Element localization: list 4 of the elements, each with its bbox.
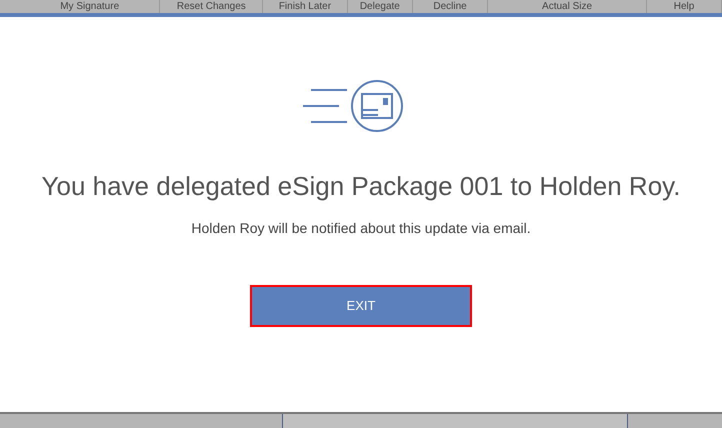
dialog-message: Holden Roy will be notified about this update via email. [191, 219, 531, 238]
exit-button[interactable]: EXIT [250, 285, 472, 327]
dialog-heading: You have delegated eSign Package 001 to Holden Roy. [42, 170, 680, 202]
email-sent-icon [303, 80, 405, 132]
